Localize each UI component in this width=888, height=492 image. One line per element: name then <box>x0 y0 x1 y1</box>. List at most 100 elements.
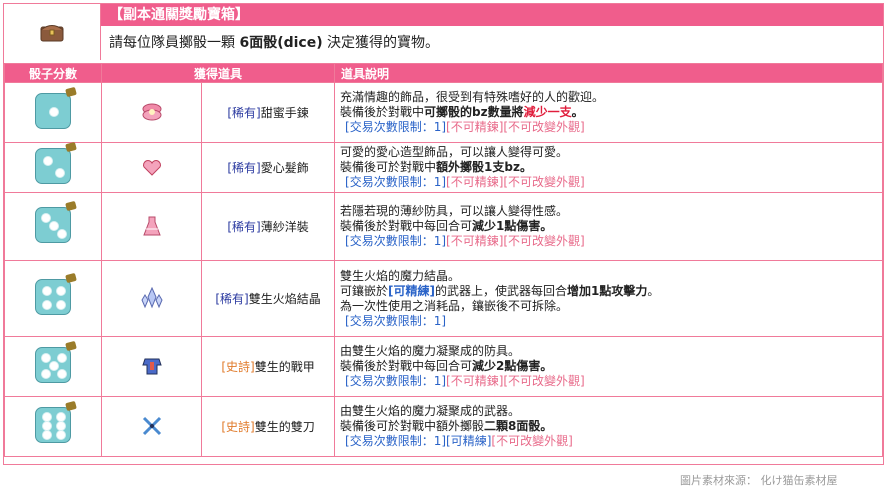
desc-line-2: 裝備後可於對戰中額外擲骰二顆8面骰。 <box>340 419 553 433</box>
image-credit: 圖片素材來源： 化け猫缶素材屋 <box>680 474 838 487</box>
desc-line-2: 可鑲嵌於[可精練]的武器上，使武器每回合增加1點攻擊力。 為一次性使用之消耗品，鑲… <box>340 283 660 313</box>
item-description-cell: 由雙生火焰的魔力凝聚成的武器。 裝備後可於對戰中額外擲骰二顆8面骰。 [交易次數… <box>334 396 883 457</box>
dice-face-3-icon <box>35 200 77 243</box>
twin-swords-icon <box>140 414 164 438</box>
item-name: 雙生的雙刀 <box>254 420 315 434</box>
panel-title: 【副本通關獎勵寶箱】 <box>101 4 883 26</box>
table-row: [稀有]甜蜜手鍊 充滿情趣的飾品，很受到有特殊嗜好的人的歡迎。 裝備後於對戰中可… <box>4 82 883 143</box>
item-name: 雙生火焰結晶 <box>248 292 321 306</box>
desc-line-1: 雙生火焰的魔力結晶。 <box>340 268 461 283</box>
crystal-cluster-icon <box>140 286 164 310</box>
dice-pip <box>57 369 67 379</box>
item-rarity-tag: [稀有] <box>227 220 261 234</box>
dice-pip <box>42 300 52 310</box>
desc-line-1: 由雙生火焰的魔力凝聚成的防具。 <box>340 344 521 358</box>
desc-line-1: 可愛的愛心造型飾品，可以讓人變得可愛。 <box>340 145 569 159</box>
subtitle-post: 決定獲得的寶物。 <box>322 35 440 51</box>
dice-pip <box>42 286 52 296</box>
dice-pip <box>55 168 65 178</box>
item-icon-cell <box>101 82 202 143</box>
table-row: [稀有]薄紗洋裝 若隱若現的薄紗防具，可以讓人變得性感。 裝備後於對戰中每回合可… <box>4 192 883 261</box>
treasure-chest-icon <box>40 25 64 42</box>
desc-line-1: 充滿情趣的飾品，很受到有特殊嗜好的人的歡迎。 <box>340 90 605 104</box>
table-row: [稀有]愛心髮飾 可愛的愛心造型飾品，可以讓人變得可愛。 裝備後可於對戰中額外擲… <box>4 141 883 193</box>
item-icon-cell <box>101 260 202 337</box>
desc-line-2: 裝備後於對戰中可擲骰的bz數量將減少一支。 <box>340 105 584 119</box>
col-header-item: 獲得道具 <box>100 63 336 83</box>
item-name-cell: [稀有]甜蜜手鍊 <box>200 82 336 143</box>
dice-tag-icon <box>65 141 77 153</box>
dice-cell <box>4 336 102 397</box>
dice-cell <box>4 192 102 261</box>
reward-table: 骰子分數 獲得道具 道具說明 [稀有]甜蜜手鍊 充滿情趣的飾品，很受到有特殊嗜好… <box>4 63 883 457</box>
item-description-cell: 可愛的愛心造型飾品，可以讓人變得可愛。 裝備後可於對戰中額外擲骰1支bz。 [交… <box>334 142 883 193</box>
dice-face-1-icon <box>35 86 77 129</box>
item-name: 愛心髮飾 <box>260 161 309 175</box>
dice-face-4-icon <box>35 272 77 315</box>
table-header-row: 骰子分數 獲得道具 道具說明 <box>4 63 883 83</box>
subtitle-pre: 請每位隊員擲骰一顆 <box>109 35 240 51</box>
item-name: 甜蜜手鍊 <box>260 106 309 120</box>
desc-line-1: 若隱若現的薄紗防具，可以讓人變得性感。 <box>340 204 569 218</box>
item-rarity-tag: [史詩] <box>221 420 255 434</box>
dice-face-2-icon <box>35 141 77 184</box>
col-header-dice: 骰子分數 <box>4 63 102 83</box>
panel-subtitle: 請每位隊員擲骰一顆 6面骰(dice) 決定獲得的寶物。 <box>101 26 883 60</box>
subtitle-dice: 6面骰(dice) <box>239 35 323 51</box>
desc-line-3: [交易次數限制：1][不可精鍊][不可改變外觀] <box>345 175 585 189</box>
dice-tag-icon <box>65 400 77 412</box>
item-name-cell: [稀有]薄紗洋裝 <box>200 192 336 261</box>
item-name-cell: [稀有]雙生火焰結晶 <box>200 260 336 337</box>
desc-line-3: [交易次數限制：1][可精練][不可改變外觀] <box>345 434 573 448</box>
dice-cell <box>4 260 102 337</box>
item-rarity-tag: [稀有] <box>227 161 261 175</box>
dice-pip <box>43 156 53 166</box>
desc-line-1: 由雙生火焰的魔力凝聚成的武器。 <box>340 404 521 418</box>
dice-tag-icon <box>65 340 77 352</box>
table-row: [史詩]雙生的雙刀 由雙生火焰的魔力凝聚成的武器。 裝備後可於對戰中額外擲骰二顆… <box>4 396 883 457</box>
reward-panel: 【副本通關獎勵寶箱】 請每位隊員擲骰一顆 6面骰(dice) 決定獲得的寶物。 … <box>3 3 884 465</box>
dice-tag-icon <box>65 272 77 284</box>
dice-tag-icon <box>65 200 77 212</box>
dice-pip <box>42 430 52 440</box>
dice-pip <box>56 286 66 296</box>
item-icon-cell <box>101 336 202 397</box>
header-icon-cell <box>4 4 101 60</box>
desc-line-3: [交易次數限制：1][不可精鍊][不可改變外觀] <box>345 374 585 388</box>
dice-cell <box>4 141 102 193</box>
heart-hairpin-icon <box>140 156 164 180</box>
dice-pip <box>49 107 59 117</box>
dice-face-5-icon <box>35 340 77 383</box>
dice-tag-icon <box>65 86 77 98</box>
table-row: [史詩]雙生的戰甲 由雙生火焰的魔力凝聚成的防具。 裝備後於對戰中每回合可減少2… <box>4 336 883 397</box>
desc-line-2: 裝備後可於對戰中額外擲骰1支bz。 <box>340 160 532 174</box>
armor-icon <box>140 354 164 378</box>
panel-header: 【副本通關獎勵寶箱】 請每位隊員擲骰一顆 6面骰(dice) 決定獲得的寶物。 <box>4 4 883 60</box>
item-name-cell: [史詩]雙生的戰甲 <box>200 336 336 397</box>
dice-pip <box>57 353 67 363</box>
item-description-cell: 若隱若現的薄紗防具，可以讓人變得性感。 裝備後於對戰中每回合可減少1點傷害。 [… <box>334 192 883 261</box>
dice-cell <box>4 82 102 143</box>
item-description-cell: 充滿情趣的飾品，很受到有特殊嗜好的人的歡迎。 裝備後於對戰中可擲骰的bz數量將減… <box>334 82 883 143</box>
col-header-desc: 道具說明 <box>334 63 883 83</box>
desc-line-2: 裝備後於對戰中每回合可減少2點傷害。 <box>340 359 553 373</box>
dice-pip <box>57 229 67 239</box>
item-icon-cell <box>101 142 202 193</box>
desc-line-2: 裝備後於對戰中每回合可減少1點傷害。 <box>340 219 553 233</box>
dice-pip <box>56 300 66 310</box>
item-icon-cell <box>101 396 202 457</box>
dice-cell <box>4 396 102 457</box>
item-rarity-tag: [稀有] <box>227 106 261 120</box>
item-name-cell: [稀有]愛心髮飾 <box>200 142 336 193</box>
item-name: 薄紗洋裝 <box>260 220 309 234</box>
item-icon-cell <box>101 192 202 261</box>
dice-pip <box>56 430 66 440</box>
candy-bracelet-icon <box>140 100 164 124</box>
item-name: 雙生的戰甲 <box>254 360 315 374</box>
desc-line-3: [交易次數限制：1] <box>345 313 447 328</box>
dice-face-6-icon <box>35 400 77 443</box>
desc-line-3: [交易次數限制：1][不可精鍊][不可改變外觀] <box>345 120 585 134</box>
desc-line-3: [交易次數限制：1][不可精鍊][不可改變外觀] <box>345 234 585 248</box>
pink-dress-icon <box>140 214 164 238</box>
item-name-cell: [史詩]雙生的雙刀 <box>200 396 336 457</box>
